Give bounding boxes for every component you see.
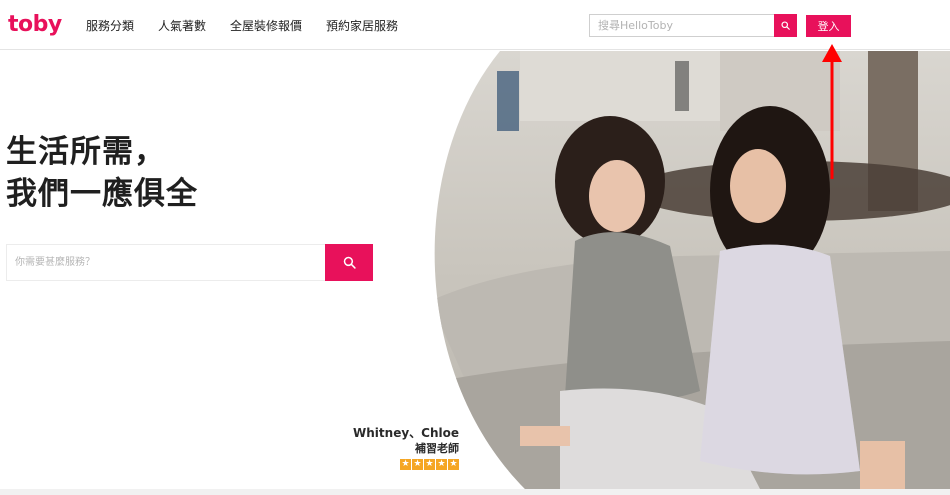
hero-search bbox=[6, 244, 373, 281]
star-rating: ★ ★ ★ ★ ★ bbox=[353, 459, 459, 470]
testimonial-name: Whitney、Chloe bbox=[353, 426, 459, 440]
hero-title: 生活所需， 我們一應俱全 bbox=[6, 131, 198, 215]
hero-search-button[interactable] bbox=[325, 244, 373, 281]
hero-search-input[interactable] bbox=[7, 245, 325, 280]
search-icon bbox=[343, 256, 356, 269]
annotation-arrow-icon bbox=[822, 44, 842, 179]
page-bottom-divider bbox=[0, 489, 950, 495]
star-icon: ★ bbox=[400, 459, 411, 470]
nav-item-popular-deals[interactable]: 人氣著數 bbox=[158, 17, 206, 34]
header-search bbox=[589, 14, 797, 37]
star-icon: ★ bbox=[412, 459, 423, 470]
hero-title-line2: 我們一應俱全 bbox=[6, 176, 198, 212]
star-icon: ★ bbox=[448, 459, 459, 470]
nav-item-service-categories[interactable]: 服務分類 bbox=[86, 17, 134, 34]
nav-item-book-home-service[interactable]: 預約家居服務 bbox=[326, 17, 398, 34]
testimonial-role: 補習老師 bbox=[415, 442, 459, 455]
top-navbar: toby 服務分類 人氣著數 全屋裝修報價 預約家居服務 登入 bbox=[0, 0, 950, 50]
search-icon bbox=[781, 21, 790, 30]
star-icon: ★ bbox=[436, 459, 447, 470]
header-search-input[interactable] bbox=[590, 15, 774, 36]
login-button[interactable]: 登入 bbox=[806, 15, 851, 37]
nav-item-renovation-quote[interactable]: 全屋裝修報價 bbox=[230, 17, 302, 34]
testimonial-caption: Whitney、Chloe 補習老師 ★ ★ ★ ★ ★ bbox=[353, 425, 459, 470]
toby-logo[interactable]: toby bbox=[8, 12, 62, 38]
main-nav: 服務分類 人氣著數 全屋裝修報價 預約家居服務 bbox=[86, 0, 422, 50]
star-icon: ★ bbox=[424, 459, 435, 470]
header-search-button[interactable] bbox=[774, 14, 797, 37]
hero-title-line1: 生活所需， bbox=[6, 134, 166, 170]
